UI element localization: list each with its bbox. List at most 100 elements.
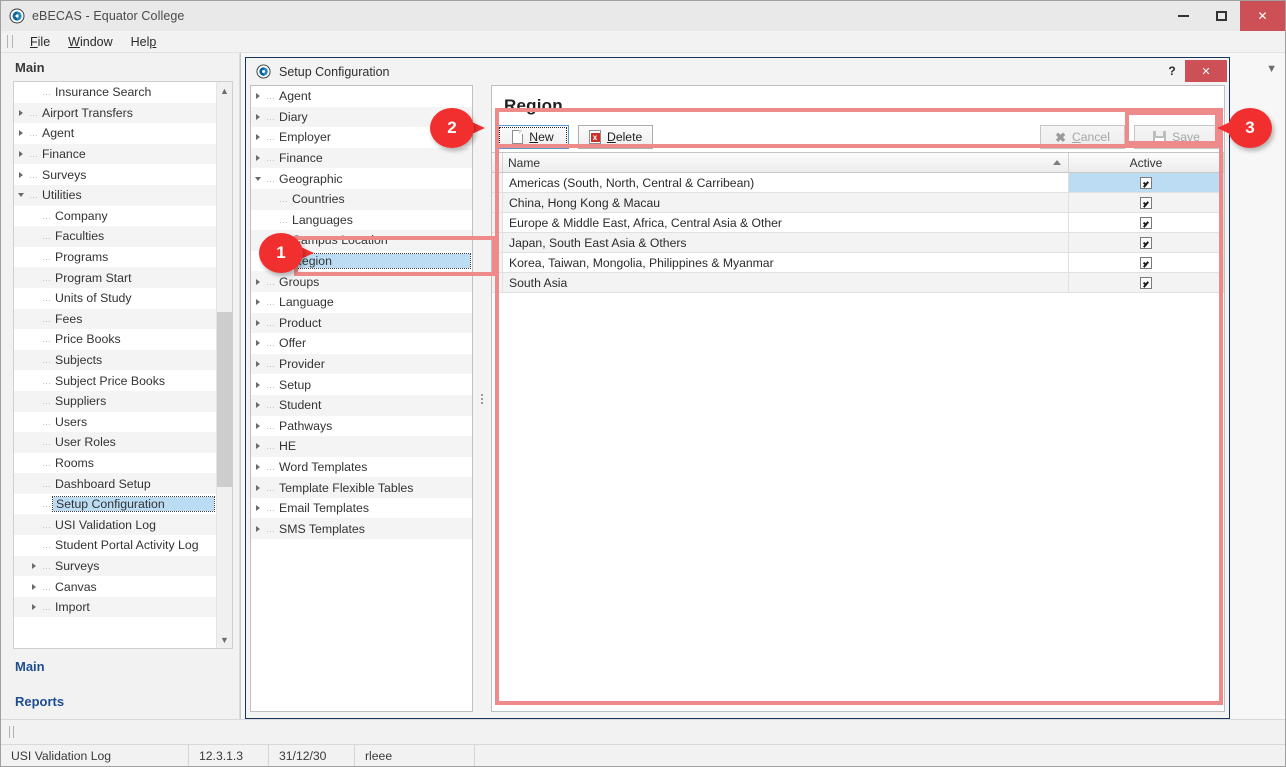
active-checkbox[interactable] bbox=[1140, 217, 1152, 229]
sidebar-item-surveys[interactable]: …Surveys bbox=[14, 164, 216, 185]
setup-tree-item-language[interactable]: …Language bbox=[251, 292, 472, 313]
menu-item-help[interactable]: Help bbox=[122, 33, 166, 51]
maximize-icon[interactable] bbox=[1202, 1, 1240, 31]
chevron-up-icon[interactable]: ▲ bbox=[217, 82, 232, 99]
sidebar-item-price-books[interactable]: …Price Books bbox=[14, 329, 216, 350]
cell-active[interactable] bbox=[1069, 273, 1224, 292]
expand-arrow-icon[interactable] bbox=[251, 134, 264, 140]
cell-active[interactable] bbox=[1069, 233, 1224, 252]
expand-arrow-icon[interactable] bbox=[251, 443, 264, 449]
sidebar-item-surveys[interactable]: …Surveys bbox=[14, 556, 216, 577]
expand-arrow-icon[interactable] bbox=[251, 361, 264, 367]
cell-name[interactable]: South Asia bbox=[503, 273, 1069, 292]
sidebar-item-import[interactable]: …Import bbox=[14, 597, 216, 618]
setup-tree-item-agent[interactable]: …Agent bbox=[251, 86, 472, 107]
collapse-arrow-icon[interactable] bbox=[251, 177, 264, 181]
sidebar-item-users[interactable]: …Users bbox=[14, 412, 216, 433]
toolbar-delete-button[interactable]: x Delete bbox=[578, 125, 653, 149]
menu-item-file[interactable]: File bbox=[21, 33, 59, 51]
setup-tree-item-pathways[interactable]: …Pathways bbox=[251, 416, 472, 437]
grid-column-header-active[interactable]: Active bbox=[1069, 153, 1224, 172]
active-checkbox[interactable] bbox=[1140, 237, 1152, 249]
expand-arrow-icon[interactable] bbox=[14, 130, 27, 136]
cell-name[interactable]: Japan, South East Asia & Others bbox=[503, 233, 1069, 252]
table-row[interactable]: Japan, South East Asia & Others bbox=[492, 233, 1224, 253]
sidebar-item-utilities[interactable]: …Utilities bbox=[14, 185, 216, 206]
sidebar-item-programs[interactable]: …Programs bbox=[14, 247, 216, 268]
close-icon[interactable]: ✕ bbox=[1240, 1, 1285, 31]
setup-tree-item-word-templates[interactable]: …Word Templates bbox=[251, 457, 472, 478]
expand-arrow-icon[interactable] bbox=[251, 402, 264, 408]
setup-tree-item-countries[interactable]: …Countries bbox=[251, 189, 472, 210]
sidebar-tree-scrollport[interactable]: …Insurance Search…Airport Transfers…Agen… bbox=[14, 82, 216, 648]
setup-tree-item-he[interactable]: …HE bbox=[251, 436, 472, 457]
cell-active[interactable] bbox=[1069, 213, 1224, 232]
expand-arrow-icon[interactable] bbox=[14, 172, 27, 178]
minimize-icon[interactable] bbox=[1164, 1, 1202, 31]
toolbar-new-button[interactable]: New bbox=[497, 125, 569, 149]
sidebar-item-user-roles[interactable]: …User Roles bbox=[14, 432, 216, 453]
sidebar-scrollbar[interactable]: ▲ ▼ bbox=[216, 82, 232, 648]
setup-tree-item-region[interactable]: …Region bbox=[251, 251, 472, 272]
menu-item-window[interactable]: Window bbox=[59, 33, 121, 51]
sidebar-link-reports[interactable]: Reports bbox=[15, 684, 239, 719]
collapse-arrow-icon[interactable] bbox=[14, 193, 27, 197]
dialog-close-button[interactable]: ✕ bbox=[1185, 60, 1227, 82]
sidebar-item-student-portal-activity-log[interactable]: …Student Portal Activity Log bbox=[14, 535, 216, 556]
setup-tree-item-student[interactable]: …Student bbox=[251, 395, 472, 416]
expand-arrow-icon[interactable] bbox=[251, 320, 264, 326]
sidebar-item-suppliers[interactable]: …Suppliers bbox=[14, 391, 216, 412]
expand-arrow-icon[interactable] bbox=[251, 526, 264, 532]
expand-arrow-icon[interactable] bbox=[251, 423, 264, 429]
table-row[interactable]: Korea, Taiwan, Mongolia, Philippines & M… bbox=[492, 253, 1224, 273]
help-button[interactable]: ? bbox=[1159, 60, 1185, 82]
expand-arrow-icon[interactable] bbox=[251, 93, 264, 99]
setup-tree-item-product[interactable]: …Product bbox=[251, 313, 472, 334]
expand-arrow-icon[interactable] bbox=[251, 155, 264, 161]
sidebar-scroll-track[interactable] bbox=[217, 99, 232, 631]
cell-active[interactable] bbox=[1069, 173, 1224, 192]
expand-arrow-icon[interactable] bbox=[251, 485, 264, 491]
sidebar-item-program-start[interactable]: …Program Start bbox=[14, 267, 216, 288]
cell-active[interactable] bbox=[1069, 253, 1224, 272]
active-checkbox[interactable] bbox=[1140, 197, 1152, 209]
expand-arrow-icon[interactable] bbox=[27, 563, 40, 569]
expand-arrow-icon[interactable] bbox=[14, 110, 27, 116]
setup-tree-item-offer[interactable]: …Offer bbox=[251, 333, 472, 354]
active-checkbox[interactable] bbox=[1140, 177, 1152, 189]
expand-arrow-icon[interactable] bbox=[251, 464, 264, 470]
expand-arrow-icon[interactable] bbox=[251, 340, 264, 346]
cell-name[interactable]: Europe & Middle East, Africa, Central As… bbox=[503, 213, 1069, 232]
table-row[interactable]: Europe & Middle East, Africa, Central As… bbox=[492, 213, 1224, 233]
setup-tree-item-geographic[interactable]: …Geographic bbox=[251, 168, 472, 189]
setup-category-tree[interactable]: …Agent…Diary…Employer…Finance…Geographic… bbox=[250, 85, 473, 712]
chevron-down-icon[interactable]: ▼ bbox=[1266, 63, 1277, 75]
sidebar-item-company[interactable]: …Company bbox=[14, 206, 216, 227]
expand-arrow-icon[interactable] bbox=[251, 299, 264, 305]
cell-name[interactable]: Korea, Taiwan, Mongolia, Philippines & M… bbox=[503, 253, 1069, 272]
sidebar-item-airport-transfers[interactable]: …Airport Transfers bbox=[14, 103, 216, 124]
sidebar-item-faculties[interactable]: …Faculties bbox=[14, 226, 216, 247]
sidebar-item-usi-validation-log[interactable]: …USI Validation Log bbox=[14, 514, 216, 535]
chevron-down-icon[interactable]: ▼ bbox=[217, 631, 232, 648]
sidebar-item-subjects[interactable]: …Subjects bbox=[14, 350, 216, 371]
sidebar-item-dashboard-setup[interactable]: …Dashboard Setup bbox=[14, 473, 216, 494]
setup-tree-item-employer[interactable]: …Employer bbox=[251, 127, 472, 148]
expand-arrow-icon[interactable] bbox=[27, 604, 40, 610]
sidebar-item-agent[interactable]: …Agent bbox=[14, 123, 216, 144]
expand-arrow-icon[interactable] bbox=[27, 584, 40, 590]
setup-tree-item-campus-location[interactable]: …Campus Location bbox=[251, 230, 472, 251]
sidebar-item-insurance-search[interactable]: …Insurance Search bbox=[14, 82, 216, 103]
table-row[interactable]: South Asia bbox=[492, 273, 1224, 293]
toolbar-cancel-button[interactable]: ✖ Cancel bbox=[1040, 125, 1125, 149]
sidebar-scroll-thumb[interactable] bbox=[217, 312, 232, 488]
sidebar-item-fees[interactable]: …Fees bbox=[14, 309, 216, 330]
table-row[interactable]: Americas (South, North, Central & Carrib… bbox=[492, 173, 1224, 193]
sidebar-item-finance[interactable]: …Finance bbox=[14, 144, 216, 165]
expand-arrow-icon[interactable] bbox=[251, 505, 264, 511]
setup-tree-item-sms-templates[interactable]: …SMS Templates bbox=[251, 518, 472, 539]
toolbar-save-button[interactable]: Save bbox=[1134, 125, 1219, 149]
table-row[interactable]: China, Hong Kong & Macau bbox=[492, 193, 1224, 213]
sidebar-item-subject-price-books[interactable]: …Subject Price Books bbox=[14, 370, 216, 391]
setup-tree-item-groups[interactable]: …Groups bbox=[251, 271, 472, 292]
